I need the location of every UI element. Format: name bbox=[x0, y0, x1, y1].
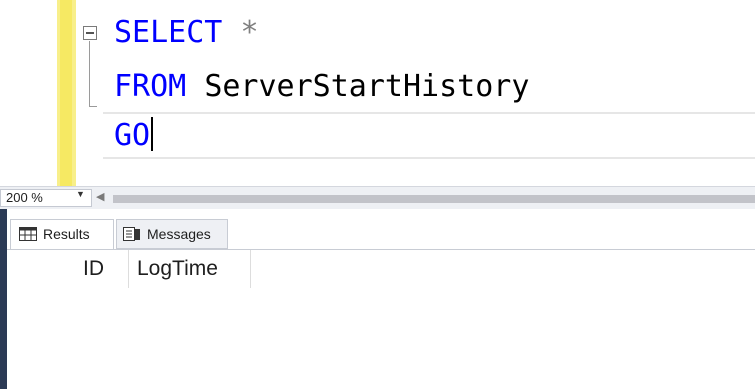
horizontal-scrollbar[interactable] bbox=[113, 195, 755, 203]
tab-results[interactable]: Results bbox=[10, 219, 114, 249]
from-keyword: FROM bbox=[114, 69, 187, 104]
select-keyword: SELECT bbox=[114, 15, 223, 50]
code-line-2[interactable]: FROM ServerStartHistory bbox=[114, 66, 529, 108]
results-grid[interactable]: ID LogTime bbox=[7, 249, 755, 389]
code-line-3[interactable]: GO bbox=[114, 115, 154, 157]
text-caret bbox=[151, 117, 154, 151]
zoom-value: 200 % bbox=[6, 190, 43, 205]
scroll-left-icon[interactable]: ◀ bbox=[96, 190, 104, 203]
outline-end-tick bbox=[89, 106, 97, 107]
tab-messages[interactable]: Messages bbox=[116, 219, 228, 249]
chevron-down-icon[interactable]: ▼ bbox=[76, 189, 85, 199]
table-identifier: ServerStartHistory bbox=[204, 69, 530, 104]
messages-icon bbox=[123, 227, 140, 241]
column-header-logtime[interactable]: LogTime bbox=[129, 250, 251, 288]
tab-results-label: Results bbox=[43, 226, 90, 242]
change-tracking-bar-inner bbox=[60, 0, 72, 186]
column-header-id[interactable]: ID bbox=[75, 250, 129, 288]
outline-line bbox=[89, 41, 90, 107]
grid-icon bbox=[19, 227, 37, 241]
code-line-1[interactable]: SELECT * bbox=[114, 12, 259, 54]
collapse-icon[interactable] bbox=[83, 26, 97, 40]
results-tab-strip: Results Messages bbox=[7, 209, 755, 249]
tab-messages-label: Messages bbox=[147, 226, 211, 242]
editor-status-strip: 200 % ▼ ◀ bbox=[0, 186, 755, 209]
query-window: SELECT * FROM ServerStartHistory GO 200 … bbox=[0, 0, 755, 389]
current-line-highlight bbox=[103, 112, 755, 159]
go-keyword: GO bbox=[114, 118, 151, 153]
star-token: * bbox=[240, 15, 259, 50]
sql-editor[interactable]: SELECT * FROM ServerStartHistory GO bbox=[0, 0, 755, 186]
